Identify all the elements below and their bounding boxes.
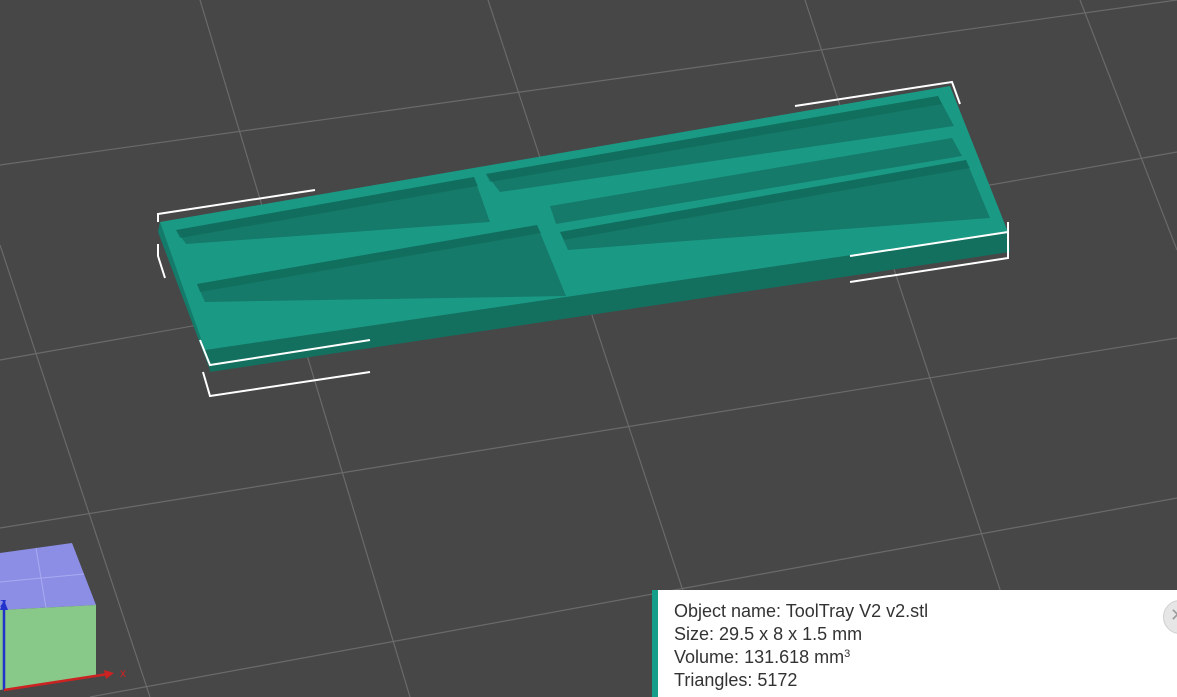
- bracket: [202, 371, 371, 398]
- x-axis-arrow: [104, 670, 114, 679]
- z-axis-label: z: [0, 595, 7, 610]
- object-info-panel: Object name: ToolTray V2 v2.stl Size: 29…: [652, 590, 1177, 697]
- grid-line: [0, 337, 1177, 529]
- bracket: [157, 244, 166, 279]
- object-triangles-row: Triangles: 5172: [674, 669, 1177, 692]
- volume-unit-superscript: 3: [844, 648, 851, 660]
- object-size-row: Size: 29.5 x 8 x 1.5 mm: [674, 623, 1177, 646]
- grid-line: [0, 0, 1177, 166]
- object-size-value: 29.5 x 8 x 1.5 mm: [719, 624, 863, 644]
- object-volume-row: Volume: 131.618 mm3: [674, 646, 1177, 669]
- object-name-label: Object name:: [674, 601, 782, 621]
- object-triangles-label: Triangles:: [674, 670, 753, 690]
- object-volume-label: Volume:: [674, 647, 740, 667]
- 3d-viewport[interactable]: z x Object name: ToolTray V2 v2.stl Size…: [0, 0, 1177, 697]
- tool-tray-model[interactable]: [158, 86, 1010, 372]
- object-triangles-value: 5172: [757, 670, 798, 690]
- object-volume-value: 131.618 mm: [744, 647, 845, 667]
- close-icon: ✕: [1170, 605, 1177, 626]
- view-cube-top-face: [0, 543, 96, 610]
- grid-line: [1079, 0, 1177, 251]
- object-name-row: Object name: ToolTray V2 v2.stl: [674, 600, 1177, 623]
- x-axis-label: x: [120, 666, 126, 680]
- object-size-label: Size:: [674, 624, 715, 644]
- object-name-value: ToolTray V2 v2.stl: [785, 601, 929, 621]
- view-cube[interactable]: z x: [0, 543, 126, 692]
